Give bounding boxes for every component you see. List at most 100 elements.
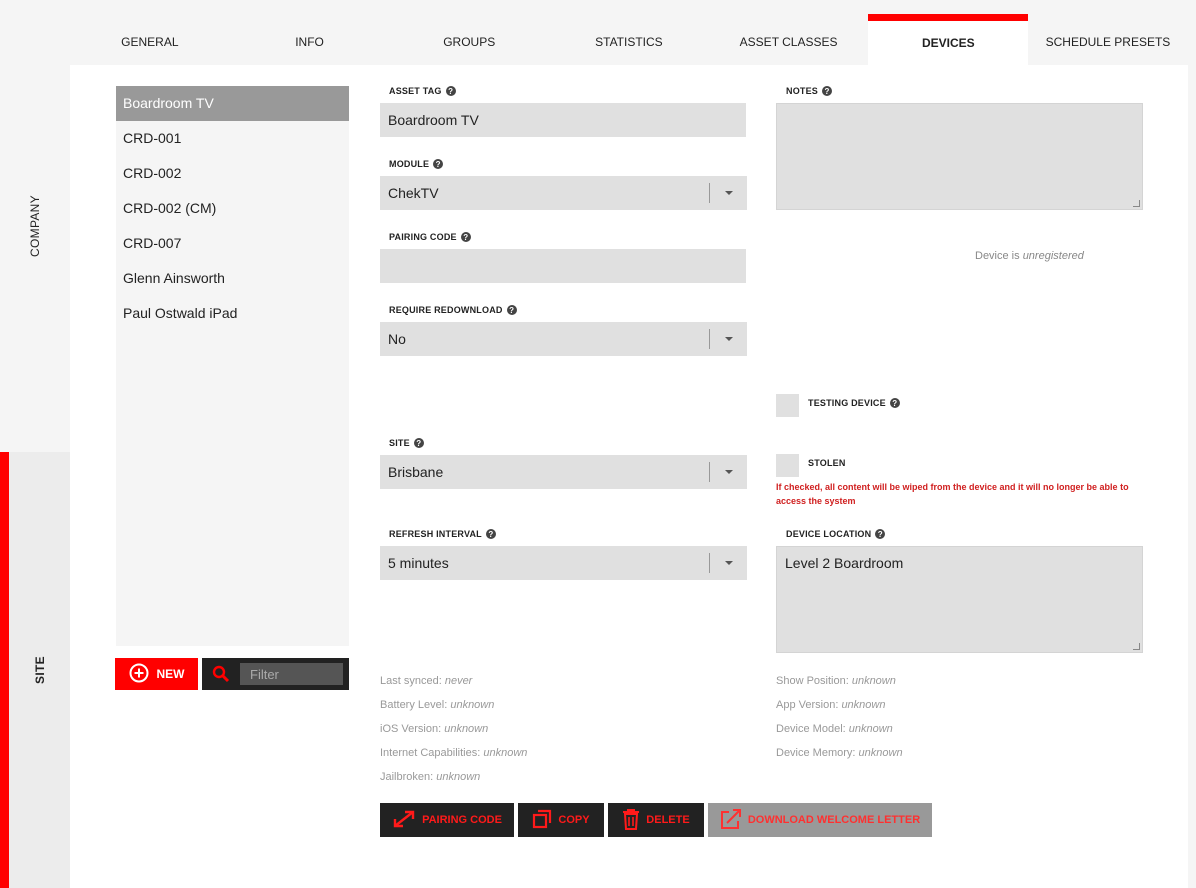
pairing-code-label: PAIRING CODE ? [389,232,471,242]
info-show-position: Show Position: unknown [776,675,896,687]
pairing-code-input[interactable] [380,249,746,283]
device-location-value: Level 2 Boardroom [785,555,904,571]
pairing-code-label-text: PAIRING CODE [389,232,457,242]
pairing-code-button-label: PAIRING CODE [422,814,502,826]
device-list-item[interactable]: Glenn Ainsworth [116,261,349,296]
device-list-item[interactable]: Boardroom TV [116,86,349,121]
help-icon[interactable]: ? [445,86,456,96]
module-select[interactable]: ChekTV [380,176,747,210]
site-select[interactable]: Brisbane [380,455,747,489]
info-label: Battery Level: [380,699,451,711]
asset-tag-input[interactable]: Boardroom TV [380,103,746,137]
filter-input[interactable] [240,663,343,685]
rail-tab-company[interactable]: COMPANY [0,0,70,452]
select-divider [709,329,710,349]
copy-icon [532,809,552,832]
device-list-item[interactable]: CRD-002 [116,156,349,191]
device-list: Boardroom TV CRD-001 CRD-002 CRD-002 (CM… [116,86,349,646]
info-value: unknown [436,771,481,783]
delete-button-label: DELETE [646,814,690,826]
select-divider [709,553,710,573]
device-list-item[interactable]: CRD-001 [116,121,349,156]
require-redownload-select[interactable]: No [380,322,747,356]
help-icon[interactable]: ? [822,86,833,96]
info-ios-version: iOS Version: unknown [380,723,488,735]
notes-textarea[interactable] [776,103,1143,210]
new-device-button[interactable]: NEW [115,658,198,690]
testing-device-label-text: TESTING DEVICE [808,398,886,408]
devices-panel: Boardroom TV CRD-001 CRD-002 CRD-002 (CM… [70,65,1188,888]
registration-value: unregistered [1022,250,1084,262]
info-label: Show Position: [776,675,852,687]
tab-devices[interactable]: DEVICES [868,14,1029,65]
resize-arrows-icon [392,810,416,831]
resize-grip-icon[interactable] [1133,200,1140,207]
tab-asset-classes[interactable]: ASSET CLASSES [709,14,869,65]
refresh-interval-select[interactable]: 5 minutes [380,546,747,580]
info-battery-level: Battery Level: unknown [380,699,494,711]
copy-button[interactable]: COPY [518,803,604,837]
testing-device-checkbox[interactable] [776,394,799,417]
device-location-label-text: DEVICE LOCATION [786,529,872,539]
notes-label-text: NOTES [786,86,819,96]
tab-info[interactable]: INFO [230,14,390,65]
plus-circle-icon [129,663,149,686]
help-icon[interactable]: ? [506,305,517,315]
info-label: App Version: [776,699,842,711]
stolen-label-text: STOLEN [808,458,846,468]
info-label: Device Memory: [776,747,859,759]
info-label: Last synced: [380,675,445,687]
resize-grip-icon[interactable] [1133,643,1140,650]
app-root: COMPANY SITE GENERAL INFO GROUPS STATIST… [0,0,1196,888]
info-value: unknown [848,723,893,735]
help-icon[interactable]: ? [460,232,471,242]
help-icon[interactable]: ? [875,529,886,539]
require-redownload-label: REQUIRE REDOWNLOAD ? [389,305,517,315]
notes-label: NOTES ? [786,86,833,96]
module-label: MODULE ? [389,159,444,169]
module-value: ChekTV [388,185,439,201]
asset-tag-label: ASSET TAG ? [389,86,456,96]
refresh-interval-label: REFRESH INTERVAL ? [389,529,496,539]
info-last-synced: Last synced: never [380,675,472,687]
device-location-textarea[interactable]: Level 2 Boardroom [776,546,1143,653]
tab-statistics[interactable]: STATISTICS [549,14,709,65]
rail-site-label: SITE [32,656,47,684]
help-icon[interactable]: ? [433,159,444,169]
stolen-checkbox[interactable] [776,454,799,477]
stolen-warning: If checked, all content will be wiped fr… [776,482,1129,506]
require-redownload-label-text: REQUIRE REDOWNLOAD [389,305,503,315]
chevron-down-icon [725,191,733,195]
select-divider [709,462,710,482]
filter-box [202,658,349,690]
copy-button-label: COPY [558,814,590,826]
require-redownload-value: No [388,331,406,347]
device-list-item[interactable]: Paul Ostwald iPad [116,296,349,331]
device-list-item[interactable]: CRD-007 [116,226,349,261]
info-value: unknown [450,699,495,711]
tab-general[interactable]: GENERAL [70,14,230,65]
delete-button[interactable]: DELETE [608,803,704,837]
device-list-item[interactable]: CRD-002 (CM) [116,191,349,226]
external-link-icon [720,808,742,832]
tab-groups[interactable]: GROUPS [389,14,549,65]
info-label: Internet Capabilities: [380,747,484,759]
stolen-label: STOLEN [808,458,846,468]
info-device-memory: Device Memory: unknown [776,747,903,759]
rail-tab-site[interactable]: SITE [0,452,70,888]
info-value: unknown [483,747,528,759]
registration-prefix: Device is [975,250,1023,262]
asset-tag-label-text: ASSET TAG [389,86,442,96]
help-icon[interactable]: ? [485,529,496,539]
chevron-down-icon [725,337,733,341]
info-label: iOS Version: [380,723,445,735]
help-icon[interactable]: ? [889,398,900,408]
pairing-code-button[interactable]: PAIRING CODE [380,803,514,837]
search-icon [202,665,240,683]
help-icon[interactable]: ? [413,438,424,448]
download-welcome-letter-button[interactable]: DOWNLOAD WELCOME LETTER [708,803,932,837]
new-button-label: NEW [156,667,185,681]
tab-bar: GENERAL INFO GROUPS STATISTICS ASSET CLA… [70,14,1196,65]
tab-schedule-presets[interactable]: SCHEDULE PRESETS [1028,14,1188,65]
info-value: unknown [851,675,896,687]
